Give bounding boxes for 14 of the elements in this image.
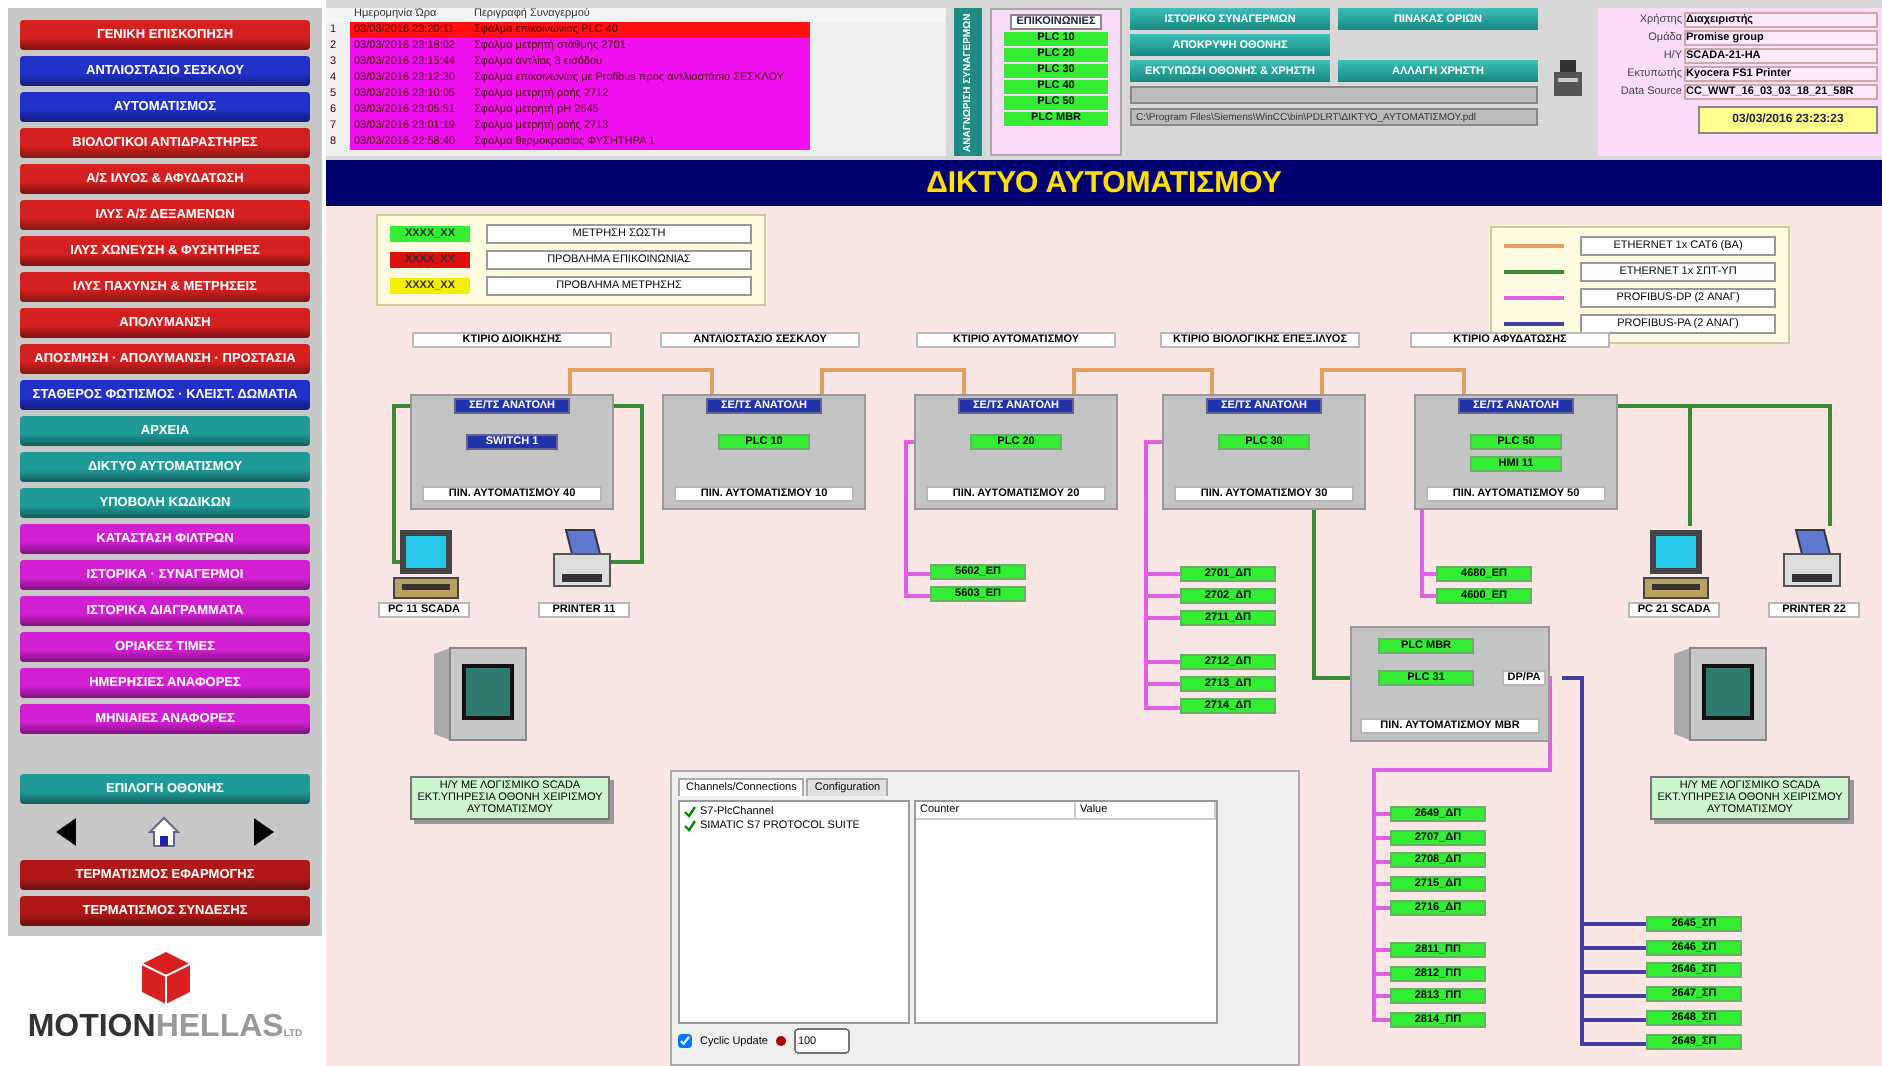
- cube-logo-icon: [139, 949, 191, 1005]
- screen-title: ΔΙΚΤΥΟ ΑΥΤΟΜΑΤΙΣΜΟΥ: [326, 160, 1882, 206]
- cyclic-checkbox[interactable]: [678, 1034, 692, 1048]
- computer-icon: [390, 526, 462, 602]
- check-icon[interactable]: [684, 806, 696, 818]
- home-icon[interactable]: [148, 816, 181, 848]
- check-icon[interactable]: [684, 820, 696, 832]
- status-dot-icon: [775, 1036, 786, 1046]
- back-arrow-icon[interactable]: [56, 818, 77, 846]
- cable-line: [1690, 404, 1832, 526]
- monitor-icon: [430, 646, 530, 742]
- forward-arrow-icon[interactable]: [253, 818, 274, 846]
- monitor-icon: [1670, 646, 1770, 742]
- computer-icon: [1640, 526, 1712, 602]
